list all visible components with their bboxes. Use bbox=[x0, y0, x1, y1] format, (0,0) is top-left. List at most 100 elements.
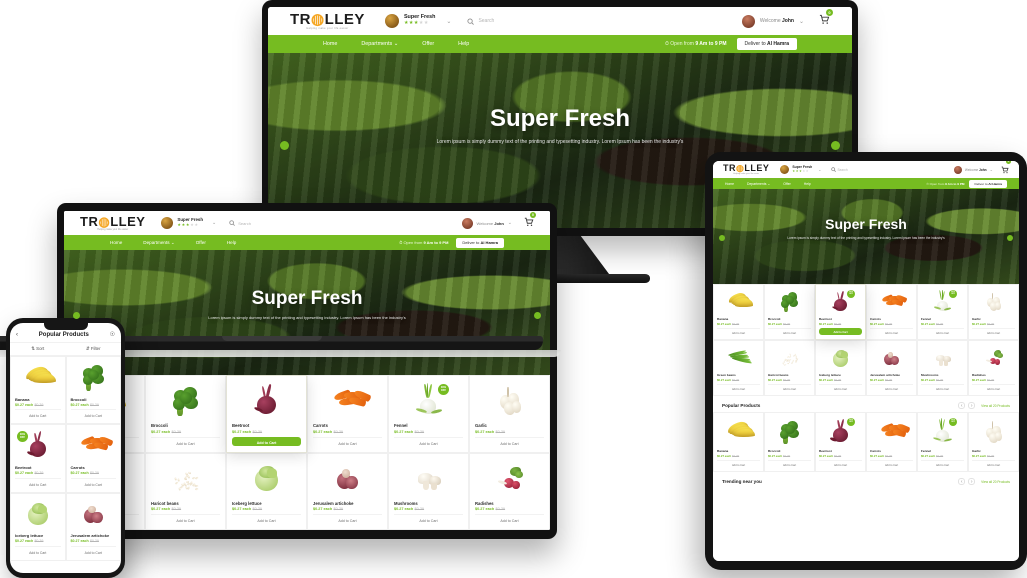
search-input[interactable]: Search bbox=[478, 18, 494, 24]
view-all-link[interactable]: View all 20 Products bbox=[981, 480, 1010, 484]
product-card[interactable]: Haricot beans $0.27 each$0.39 Add to Cart bbox=[764, 340, 815, 396]
add-to-cart-button[interactable]: Add to Cart bbox=[313, 437, 382, 447]
add-to-cart-button[interactable]: Add to Cart bbox=[475, 514, 544, 524]
chevron-down-icon[interactable]: ⌄ bbox=[212, 220, 216, 226]
product-card[interactable]: Garlic $0.27 each$0.39 Add to Cart bbox=[469, 375, 550, 453]
add-to-cart-button[interactable]: Add to Cart bbox=[15, 409, 61, 419]
search-input[interactable]: Search bbox=[838, 168, 848, 172]
add-to-cart-button[interactable]: Add to Cart bbox=[768, 460, 811, 468]
product-card[interactable]: Jerusalem artichoke $0.27 each$0.39 Add to… bbox=[866, 340, 917, 396]
nav-item-home[interactable]: Home bbox=[725, 182, 734, 186]
brand-logo[interactable]: TR◍LLEY Helping make your life easier bbox=[80, 215, 145, 231]
nav-item-departments[interactable]: Departments ⌄ bbox=[747, 182, 770, 186]
nav-item-departments[interactable]: Departments ⌄ bbox=[143, 240, 174, 246]
hero-next-dot[interactable] bbox=[831, 141, 840, 150]
add-to-cart-button[interactable]: Add to Cart bbox=[870, 328, 913, 336]
add-to-cart-button[interactable]: Add to Cart bbox=[313, 514, 382, 524]
product-card[interactable]: Broccoli $0.27 each$0.39 Add to Cart bbox=[66, 356, 122, 424]
carousel-next-button[interactable]: › bbox=[968, 478, 975, 485]
add-to-cart-button[interactable]: Add to Cart bbox=[15, 478, 61, 488]
nav-item-help[interactable]: Help bbox=[227, 240, 236, 245]
add-to-cart-button[interactable]: Add to Cart bbox=[717, 460, 760, 468]
add-to-cart-button[interactable]: Add to Cart bbox=[232, 514, 301, 524]
add-to-cart-button[interactable]: Add to Cart bbox=[870, 384, 913, 392]
nav-item-departments[interactable]: Departments ⌄ bbox=[361, 41, 398, 47]
nav-item-offer[interactable]: Offer bbox=[196, 240, 206, 245]
product-card[interactable]: Jerusalem artichoke $0.27 each$0.39 Add to… bbox=[66, 493, 122, 561]
add-to-cart-button[interactable]: Add to Cart bbox=[475, 437, 544, 447]
deliver-to-button[interactable]: Deliver to Al Hamra bbox=[456, 238, 504, 248]
add-to-cart-button[interactable]: Add to Cart bbox=[768, 384, 811, 392]
cart-button[interactable]: 0 bbox=[819, 12, 830, 30]
carousel-prev-button[interactable]: ‹ bbox=[958, 478, 965, 485]
add-to-cart-button[interactable]: Add to Cart bbox=[71, 478, 117, 488]
product-card[interactable]: Banana$0.27 each$0.39 Add to Cart bbox=[10, 356, 66, 424]
product-card[interactable]: Mushrooms $0.27 each$0.39 Add to Cart bbox=[388, 453, 469, 531]
product-card[interactable]: Mushrooms $0.27 each$0.39 Add to Cart bbox=[917, 340, 968, 396]
product-card[interactable]: Banana$0.27 each$0.39 Add to Cart bbox=[713, 284, 764, 340]
user-menu[interactable]: Welcome John ⌄ 0 bbox=[954, 161, 1009, 179]
product-card[interactable]: Garlic $0.27 each$0.39 Add to Cart bbox=[968, 412, 1019, 472]
product-card[interactable]: Green beans$0.27 each$0.39 Add to Cart bbox=[713, 340, 764, 396]
add-to-cart-button[interactable]: Add to Cart bbox=[15, 546, 61, 556]
add-to-cart-button[interactable]: Add to Cart bbox=[819, 384, 862, 392]
filter-button[interactable]: ⇵ Filter bbox=[66, 343, 122, 355]
product-card[interactable]: Broccoli $0.27 each$0.39 Add to Cart bbox=[145, 375, 226, 453]
chevron-down-icon[interactable]: ⌄ bbox=[446, 18, 451, 25]
brand-logo[interactable]: TR◍LLEY Helping make your life easier bbox=[290, 12, 365, 31]
product-card[interactable]: Jerusalem artichoke $0.27 each$0.39 Add to… bbox=[307, 453, 388, 531]
hero-prev-dot[interactable] bbox=[719, 235, 725, 241]
product-card[interactable]: Garlic $0.27 each$0.39 Add to Cart bbox=[968, 284, 1019, 340]
deliver-to-button[interactable]: Deliver to Al Hamra bbox=[969, 180, 1007, 188]
add-to-cart-button[interactable]: Add to Cart bbox=[972, 384, 1015, 392]
bell-icon[interactable]: ☉ bbox=[110, 331, 115, 338]
add-to-cart-button[interactable]: Add to Cart bbox=[819, 460, 862, 468]
deliver-to-button[interactable]: Deliver to Al Hamra bbox=[737, 38, 797, 50]
add-to-cart-button[interactable]: Add to Cart bbox=[151, 437, 220, 447]
add-to-cart-button[interactable]: Add to Cart bbox=[71, 546, 117, 556]
nav-item-offer[interactable]: Offer bbox=[783, 182, 790, 186]
search-input[interactable]: Search bbox=[238, 221, 251, 226]
add-to-cart-button[interactable]: Add to Cart bbox=[151, 514, 220, 524]
brand-logo[interactable]: TR◍LLEY Helping make your life easier bbox=[723, 164, 769, 176]
product-card[interactable]: Beetroot $0.27 each$0.39 Add to Cart bbox=[226, 375, 307, 453]
store-selector[interactable]: Super Fresh ★★★★★ ⌄ bbox=[161, 217, 216, 229]
product-card[interactable]: Banana$0.27 each$0.39 Add to Cart bbox=[713, 412, 764, 472]
add-to-cart-button[interactable]: Add to Cart bbox=[717, 328, 760, 336]
cart-button[interactable]: 0 bbox=[1001, 161, 1009, 179]
product-card[interactable]: 30% OFF Fennel $0.27 each$0.39 Add to Cart bbox=[388, 375, 469, 453]
view-all-link[interactable]: View all 20 Products bbox=[981, 404, 1010, 408]
add-to-cart-button[interactable]: Add to Cart bbox=[394, 437, 463, 447]
product-card[interactable]: Carrots $0.27 each$0.39 Add to Cart bbox=[307, 375, 388, 453]
nav-item-offer[interactable]: Offer bbox=[422, 41, 434, 47]
product-card[interactable]: 30% OFF Beetroot $0.27 each$0.39 Add to Cart bbox=[815, 412, 866, 472]
chevron-down-icon[interactable]: ⌄ bbox=[508, 220, 512, 226]
add-to-cart-button[interactable]: Add to Cart bbox=[870, 460, 913, 468]
chevron-down-icon[interactable]: ⌄ bbox=[799, 18, 804, 25]
add-to-cart-button[interactable]: Add to Cart bbox=[394, 514, 463, 524]
product-card[interactable]: Haricot beans $0.27 each$0.39 Add to Cart bbox=[145, 453, 226, 531]
add-to-cart-button[interactable]: Add to Cart bbox=[768, 328, 811, 336]
product-card[interactable]: Broccoli $0.27 each$0.39 Add to Cart bbox=[764, 412, 815, 472]
add-to-cart-button[interactable]: Add to Cart bbox=[921, 384, 964, 392]
product-card[interactable]: Broccoli $0.27 each$0.39 Add to Cart bbox=[764, 284, 815, 340]
chevron-down-icon[interactable]: ⌄ bbox=[818, 167, 821, 172]
hero-prev-dot[interactable] bbox=[73, 312, 80, 319]
product-card[interactable]: 30% OFF Beetroot $0.27 each$0.39 Add to Cart bbox=[10, 424, 66, 492]
user-menu[interactable]: Welcome John ⌄ 0 bbox=[742, 12, 830, 30]
nav-item-help[interactable]: Help bbox=[458, 41, 469, 47]
nav-item-home[interactable]: Home bbox=[323, 41, 337, 47]
carousel-prev-button[interactable]: ‹ bbox=[958, 402, 965, 409]
store-selector[interactable]: Super Fresh ★★★★★ ⌄ bbox=[385, 14, 452, 28]
add-to-cart-button[interactable]: Add to Cart bbox=[921, 328, 964, 336]
cart-button[interactable]: 0 bbox=[524, 214, 534, 232]
product-card[interactable]: Iceberg lettuce $0.27 each$0.39 Add to Car… bbox=[10, 493, 66, 561]
store-selector[interactable]: Super Fresh ★★★★★ ⌄ bbox=[780, 165, 821, 174]
product-card[interactable]: Carrots $0.27 each$0.39 Add to Cart bbox=[866, 412, 917, 472]
hero-next-dot[interactable] bbox=[534, 312, 541, 319]
sort-button[interactable]: ⇅ Sort bbox=[10, 343, 66, 355]
search-box[interactable]: Search bbox=[467, 18, 494, 25]
add-to-cart-button[interactable]: Add to Cart bbox=[232, 437, 301, 446]
nav-item-home[interactable]: Home bbox=[110, 240, 122, 245]
add-to-cart-button[interactable]: Add to Cart bbox=[717, 384, 760, 392]
